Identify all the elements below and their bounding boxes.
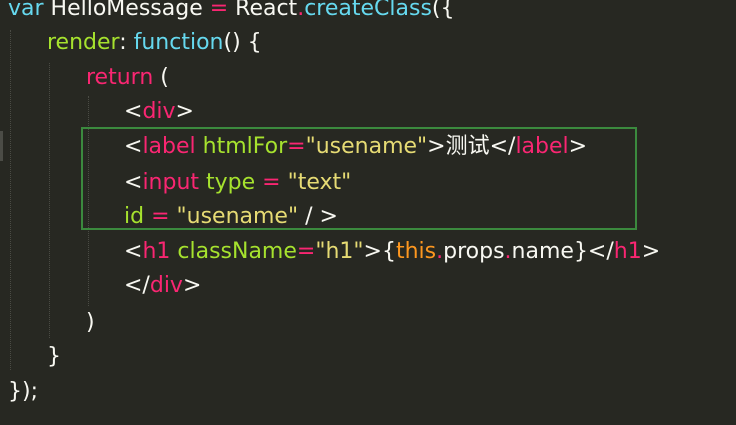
code-token: props — [443, 239, 505, 264]
code-token: }); — [8, 379, 38, 404]
code-token: name — [511, 239, 574, 264]
code-token: = — [296, 239, 316, 264]
code-token: >{ — [363, 239, 396, 264]
code-token: > — [175, 99, 194, 124]
code-token: "h1" — [315, 239, 364, 264]
code-token: }</ — [573, 239, 614, 264]
code-token: = — [151, 204, 170, 229]
code-token: "usename" — [305, 134, 428, 159]
code-token: "usename" — [169, 204, 299, 229]
code-token: ) — [86, 310, 95, 335]
code-token: > — [182, 273, 202, 298]
code-editor[interactable]: var HelloMessage = React.createClass({ r… — [0, 0, 736, 425]
code-token: id — [124, 204, 152, 229]
code-line[interactable]: <input type = "text" — [124, 166, 351, 200]
code-token: return — [86, 65, 154, 90]
code-line[interactable]: ) — [86, 306, 95, 340]
code-token: > — [641, 239, 661, 264]
code-line[interactable]: <div> — [124, 95, 194, 129]
code-line[interactable]: return ( — [86, 61, 169, 95]
code-token: h1 — [142, 239, 171, 264]
indent-guide — [10, 30, 12, 370]
code-token: = — [287, 134, 306, 159]
code-token: < — [124, 134, 143, 159]
code-token: h1 — [613, 239, 642, 264]
code-token: () { — [223, 30, 262, 55]
code-token: function — [133, 30, 224, 55]
code-line[interactable]: <h1 className="h1">{this.props.name}</h1… — [124, 235, 660, 269]
code-token: div — [142, 99, 176, 124]
code-token: . — [504, 239, 512, 264]
code-line[interactable]: }); — [8, 375, 38, 409]
code-token: ( — [153, 65, 169, 90]
code-token: className — [170, 239, 297, 264]
code-token: var — [8, 0, 44, 21]
code-line[interactable]: </div> — [124, 269, 201, 303]
code-token: div — [149, 273, 183, 298]
code-token: createClass — [304, 0, 432, 21]
indent-guide — [49, 63, 51, 338]
code-token: = — [262, 170, 281, 195]
code-token: htmlFor — [195, 134, 288, 159]
code-token: render — [47, 30, 120, 55]
code-token: : — [119, 30, 134, 55]
code-token: HelloMessage — [43, 0, 210, 21]
code-token: > — [568, 134, 588, 159]
code-token: "text" — [280, 170, 352, 195]
code-token: >测试</ — [427, 134, 516, 159]
code-line[interactable]: } — [47, 340, 61, 374]
code-token: ({ — [431, 0, 455, 21]
code-token: < — [124, 99, 143, 124]
code-line[interactable]: var HelloMessage = React.createClass({ — [8, 0, 455, 26]
code-token: this — [395, 239, 437, 264]
code-token: / > — [298, 204, 338, 229]
code-token: label — [142, 134, 196, 159]
code-token: input — [142, 170, 200, 195]
code-line[interactable]: <label htmlFor="usename">测试</label> — [124, 130, 587, 164]
code-token: < — [124, 170, 143, 195]
code-token: type — [199, 170, 263, 195]
code-token: </ — [124, 273, 150, 298]
current-line-marker — [0, 131, 3, 161]
code-token: label — [515, 134, 569, 159]
code-line[interactable]: render: function() { — [47, 26, 262, 60]
code-token: } — [47, 344, 61, 369]
code-line[interactable]: id = "usename" / > — [124, 200, 338, 234]
code-token: React — [228, 0, 298, 21]
code-token: = — [209, 0, 229, 21]
code-token: < — [124, 239, 143, 264]
